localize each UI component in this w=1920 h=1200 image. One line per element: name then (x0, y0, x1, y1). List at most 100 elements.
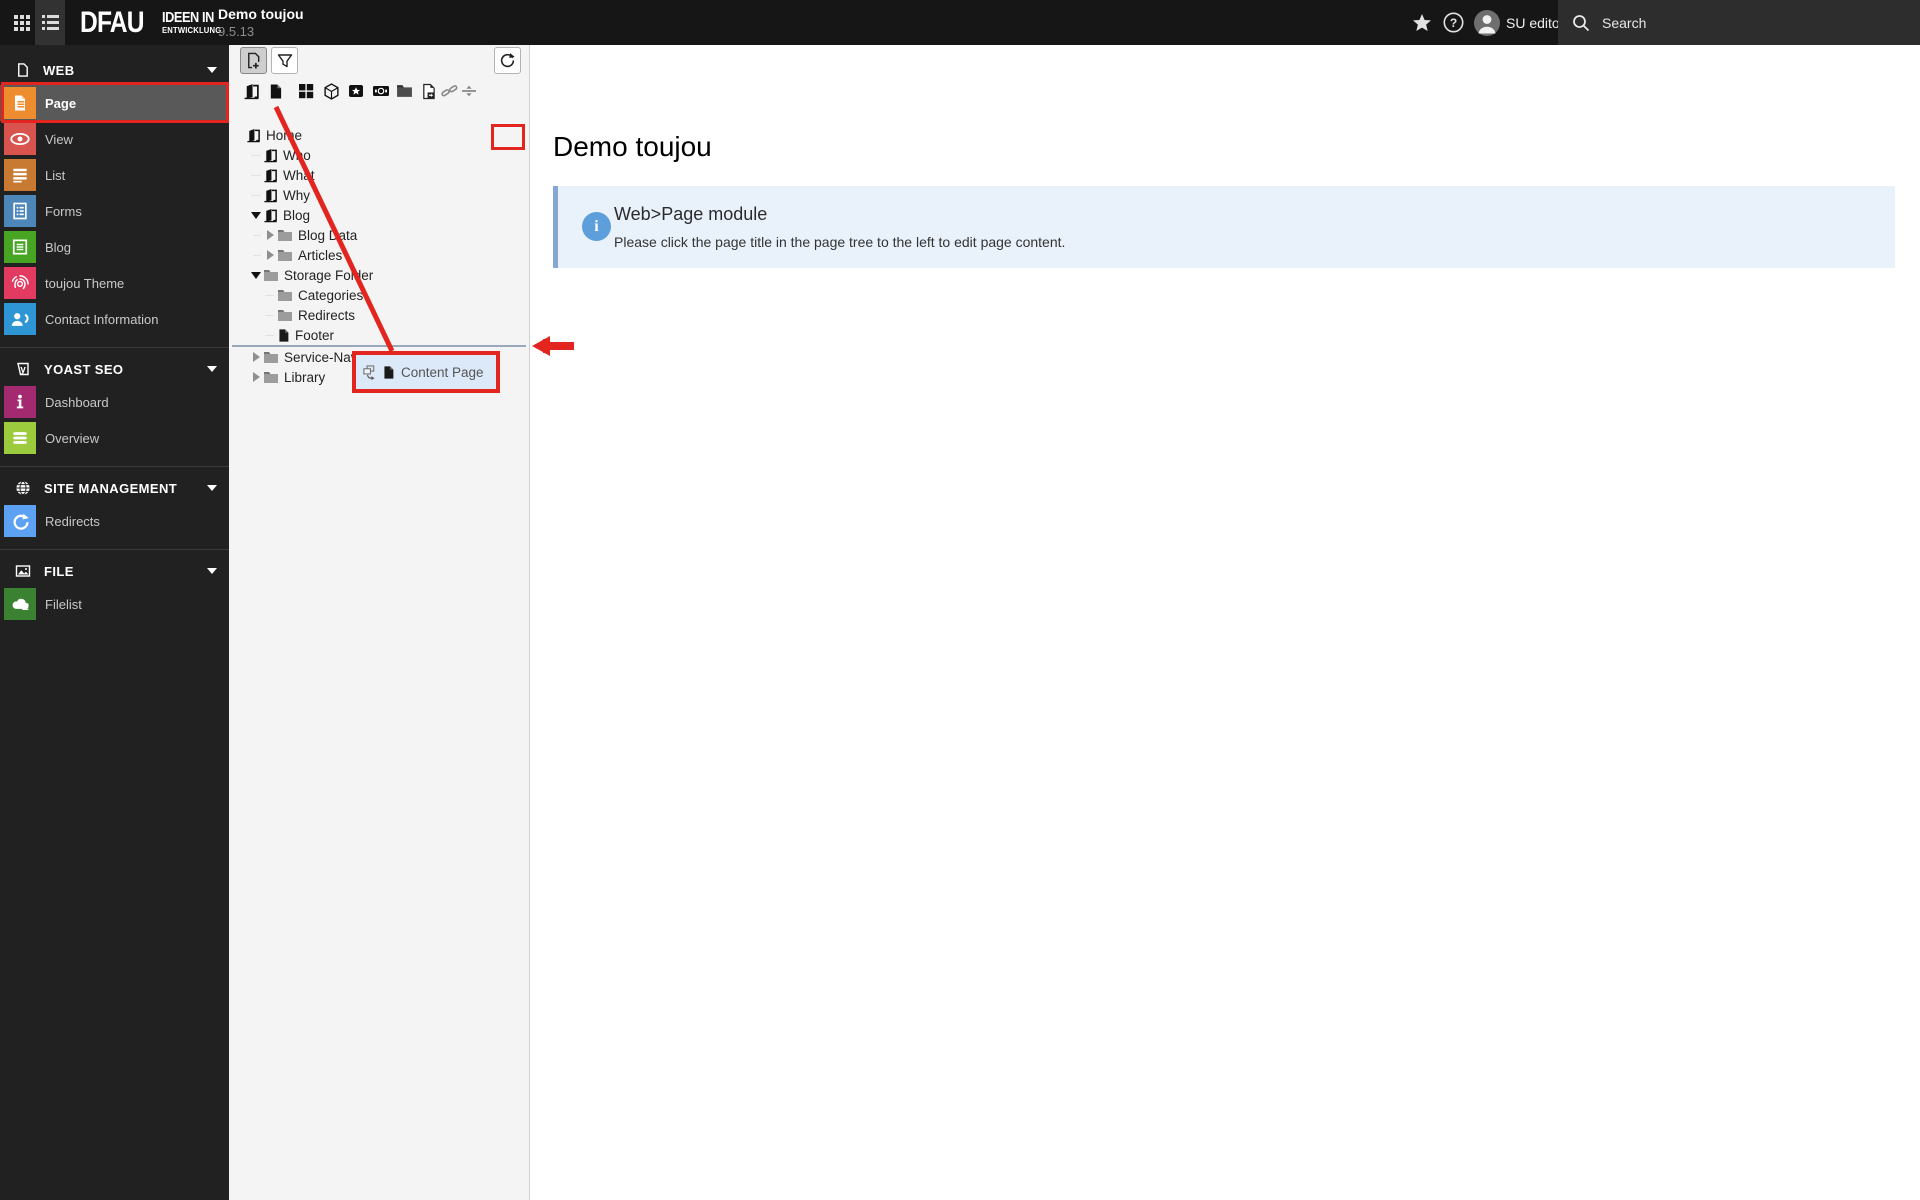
chevron-down-icon (207, 485, 217, 491)
expander-closed-icon[interactable] (249, 350, 263, 364)
door-page-icon (263, 148, 278, 163)
section-header-web[interactable]: WEB (0, 55, 229, 85)
new-page-icon (248, 52, 260, 69)
topbar-search[interactable]: Search (1558, 0, 1920, 45)
filter-icon (277, 53, 292, 67)
contact-icon (4, 303, 36, 335)
sidebar-item-blog[interactable]: Blog (0, 229, 229, 265)
list-icon (4, 159, 36, 191)
page-type-drag-row (229, 81, 530, 105)
tree-node-blog-data[interactable]: Blog Data (229, 225, 529, 245)
new-page-button[interactable] (240, 47, 267, 74)
blog-icon (4, 231, 36, 263)
expander-open-icon[interactable] (249, 208, 263, 222)
gallery-page-icon[interactable] (372, 83, 390, 99)
tree-node-storage-folder[interactable]: Storage Folder (229, 265, 529, 285)
door-page-icon (263, 188, 278, 203)
expander-closed-icon[interactable] (263, 228, 277, 242)
sidebar-item-overview[interactable]: Overview (0, 420, 229, 456)
chevron-down-icon (207, 366, 217, 372)
bars-icon (4, 422, 36, 454)
section-header-yoast-seo[interactable]: y YOAST SEO (0, 354, 229, 384)
link-page-icon[interactable] (441, 83, 458, 99)
refresh-button[interactable] (494, 47, 521, 74)
door-page-icon[interactable] (243, 83, 260, 100)
sidebar-item-filelist[interactable]: Filelist (0, 586, 229, 622)
folder-icon (277, 228, 293, 242)
sidebar-item-contact-information[interactable]: Contact Information (0, 301, 229, 337)
grid-page-icon[interactable] (298, 83, 314, 99)
site-title: Demo toujou (218, 6, 304, 22)
eye-icon (4, 123, 36, 155)
sidebar-item-redirects[interactable]: Redirects (0, 503, 229, 539)
search-label: Search (1602, 14, 1647, 31)
cube-page-icon[interactable] (323, 83, 340, 100)
sidebar-item-dashboard[interactable]: Dashboard (0, 384, 229, 420)
folder-icon (277, 288, 293, 302)
page-tree-panel: Columns ⌄ (229, 45, 673, 1200)
globe-icon (16, 480, 30, 496)
logo-text: DFAU (80, 5, 145, 39)
chevron-down-icon (207, 568, 217, 574)
section-header-site-management[interactable]: SITE MANAGEMENT (0, 473, 229, 503)
topbar: DFAU IDEEN IN ENTWICKLUNG Demo toujou 9.… (0, 0, 1920, 45)
tree-node-footer[interactable]: Footer (229, 325, 529, 345)
sidebar-item-page[interactable]: Page (0, 85, 229, 121)
avatar[interactable] (1472, 0, 1502, 45)
svg-text:y: y (20, 365, 26, 376)
page-tree: Home Who What Why Blog Blog Data Article… (229, 125, 529, 387)
module-sidebar: WEB Page View List Forms Blog toujou The… (0, 45, 229, 1200)
section-header-file[interactable]: FILE (0, 556, 229, 586)
expander-closed-icon[interactable] (263, 248, 277, 262)
door-page-icon (263, 168, 278, 183)
shortcut-page-icon[interactable] (421, 83, 436, 100)
sidebar-item-toujou-theme[interactable]: toujou Theme (0, 265, 229, 301)
filelist-cloud-icon (4, 588, 36, 620)
content-page-icon (382, 365, 395, 380)
tree-node-home[interactable]: Home (229, 125, 529, 145)
page-icon (277, 328, 290, 343)
info-callout: i Web>Page module Please click the page … (553, 186, 1895, 268)
user-label: SU editor (1506, 14, 1565, 31)
section-divider (0, 549, 229, 550)
sidebar-item-forms[interactable]: Forms (0, 193, 229, 229)
redirect-arrow-icon (4, 505, 36, 537)
sidebar-item-view[interactable]: View (0, 121, 229, 157)
tree-node-categories[interactable]: Categories (229, 285, 529, 305)
divider-page-icon[interactable] (461, 83, 477, 99)
folder-icon (263, 370, 279, 384)
folder-icon (263, 350, 279, 364)
yoast-icon: y (17, 362, 29, 376)
tree-node-why[interactable]: Why (229, 185, 529, 205)
folder-page-icon[interactable] (396, 83, 413, 98)
search-icon (1572, 14, 1590, 32)
module-menu-button[interactable] (35, 0, 65, 45)
door-page-icon (263, 208, 278, 223)
tree-node-redirects[interactable]: Redirects (229, 305, 529, 325)
expander-closed-icon[interactable] (249, 370, 263, 384)
info-icon (4, 386, 36, 418)
section-divider (0, 347, 229, 348)
sidebar-item-list[interactable]: List (0, 157, 229, 193)
door-page-icon (246, 128, 261, 143)
apps-grid-icon[interactable] (8, 0, 36, 45)
site-meta: Demo toujou 9.5.13 (218, 6, 304, 39)
page-module-icon (4, 87, 36, 119)
tree-node-what[interactable]: What (229, 165, 529, 185)
tree-node-articles[interactable]: Articles (229, 245, 529, 265)
filter-button[interactable] (271, 47, 298, 74)
typo3-version: 9.5.13 (218, 24, 255, 39)
tree-node-blog[interactable]: Blog (229, 205, 529, 225)
drag-ghost-content-page[interactable]: Content Page (352, 351, 500, 393)
info-circle-icon: i (582, 212, 611, 241)
tree-node-who[interactable]: Who (229, 145, 529, 165)
fingerprint-icon (4, 267, 36, 299)
bookmark-star-icon[interactable] (1408, 0, 1436, 45)
folder-icon (277, 308, 293, 322)
page-title: Demo toujou (553, 131, 712, 162)
content-page-icon[interactable] (268, 83, 283, 100)
help-icon[interactable]: ? (1440, 0, 1466, 45)
star-page-icon[interactable] (348, 83, 364, 99)
user-menu[interactable]: SU editor (1506, 0, 1564, 45)
expander-open-icon[interactable] (249, 268, 263, 282)
